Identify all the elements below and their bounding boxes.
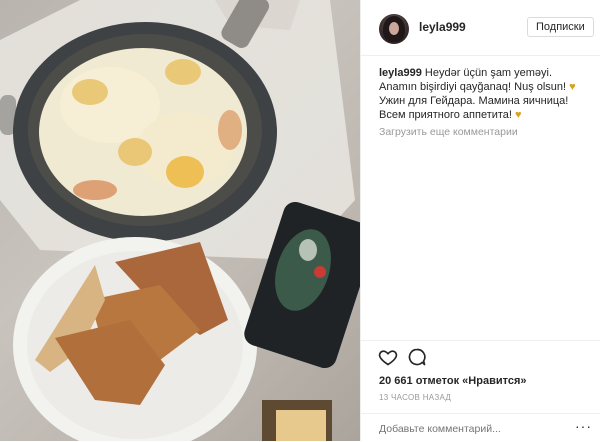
post-photo[interactable]	[0, 0, 360, 441]
username-link[interactable]: leyla999	[419, 20, 466, 34]
post-actions: 20 661 отметок «Нравится» 13 ЧАСОВ НАЗАД…	[361, 340, 600, 441]
post-timestamp: 13 ЧАСОВ НАЗАД	[379, 393, 452, 402]
more-options-icon[interactable]: ···	[575, 418, 592, 434]
yellow-heart-emoji: ♥	[515, 109, 522, 121]
load-more-comments-link[interactable]: Загрузить еще комментарии	[379, 126, 518, 138]
instagram-post: leyla999 Подписки leyla999 Heydər üçün ş…	[0, 0, 600, 441]
post-caption: leyla999 Heydər üçün şam yeməyi. Anamın …	[379, 66, 591, 122]
caption-text-ru: Ужин для Гейдара. Мамина яичница! Всем п…	[379, 95, 569, 121]
comment-area: ···	[361, 413, 600, 442]
avatar-face	[389, 22, 399, 35]
food-photo-illustration	[0, 0, 360, 441]
post-sidebar: leyla999 Подписки leyla999 Heydər üçün ş…	[360, 0, 600, 441]
caption-username[interactable]: leyla999	[379, 67, 422, 79]
comment-icon[interactable]	[407, 347, 427, 367]
heart-icon[interactable]	[378, 347, 398, 367]
avatar[interactable]	[379, 14, 409, 44]
following-button[interactable]: Подписки	[527, 17, 594, 37]
likes-count[interactable]: 20 661 отметок «Нравится»	[379, 375, 527, 387]
comment-input[interactable]	[377, 420, 551, 438]
yellow-heart-emoji: ♥	[569, 81, 576, 93]
post-header: leyla999 Подписки	[361, 0, 600, 56]
